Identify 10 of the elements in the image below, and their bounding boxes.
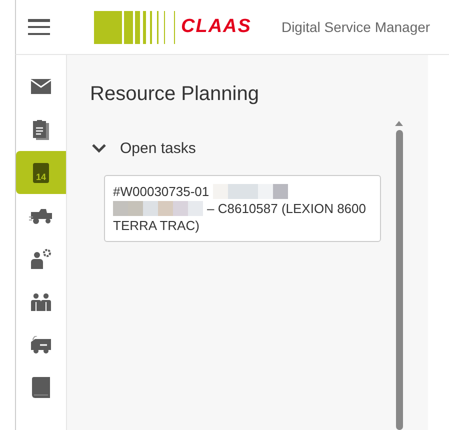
sidebar-item[interactable]: 14 — [16, 151, 66, 194]
page-title: Resource Planning — [90, 83, 260, 106]
task-detail: – C8610587 (LEXION 8600 — [207, 200, 366, 217]
calendar-icon: 14 — [33, 162, 49, 182]
app-title: Digital Service Manager — [281, 19, 430, 35]
task-id: #W00030735-01 — [113, 184, 210, 199]
logo-wordmark: CLAAS — [174, 10, 252, 44]
task-detail: TERRA TRAC) — [113, 218, 200, 233]
task-card[interactable]: #W00030735-01 – C8610587 (LEXION 8600 TERRA TRAC) — [104, 175, 381, 242]
section-label: Open tasks — [120, 140, 196, 157]
